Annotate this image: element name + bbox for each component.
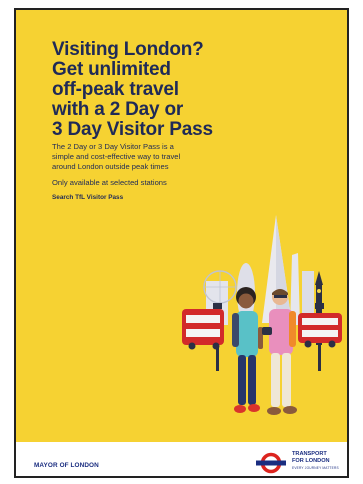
description-line: around London outside peak times <box>52 162 169 171</box>
red-bus-left <box>182 309 224 350</box>
headline-line: Visiting London? <box>52 39 204 60</box>
tfl-wordmark-line: TRANSPORT <box>292 451 327 457</box>
tfl-wordmark-line: FOR LONDON <box>292 457 330 464</box>
tourists-illustration <box>182 215 342 415</box>
availability-note: Only available at selected stations <box>52 178 167 187</box>
description-line: The 2 Day or 3 Day Visitor Pass is a <box>52 142 174 151</box>
headline-line: 3 Day Visitor Pass <box>52 119 213 140</box>
visitor-pass-poster: Visiting London? Get unlimited off-peak … <box>14 8 349 478</box>
headline-line: with a 2 Day or <box>52 99 184 120</box>
search-prompt: Search TfL Visitor Pass <box>52 194 124 201</box>
mayor-of-london-logo: MAYOR OF LONDON <box>34 462 99 469</box>
red-bus-right <box>298 313 342 348</box>
traveller-left <box>232 287 263 413</box>
tfl-wordmark: TRANSPORT FOR LONDON <box>292 451 330 464</box>
tfl-logo: TRANSPORT FOR LONDON EVERY JOURNEY MATTE… <box>254 450 344 476</box>
poster-headline: Visiting London? Get unlimited off-peak … <box>52 40 282 140</box>
tfl-strapline: EVERY JOURNEY MATTERS <box>292 466 339 470</box>
poster-description: The 2 Day or 3 Day Visitor Pass is a sim… <box>52 142 202 172</box>
poster-yellow-panel: Visiting London? Get unlimited off-peak … <box>16 10 347 442</box>
london-eye-icon <box>203 270 237 304</box>
description-line: simple and cost-effective way to travel <box>52 152 181 161</box>
headline-line: off-peak travel <box>52 79 179 100</box>
tfl-roundel-icon <box>256 452 286 474</box>
headline-line: Get unlimited <box>52 59 171 80</box>
